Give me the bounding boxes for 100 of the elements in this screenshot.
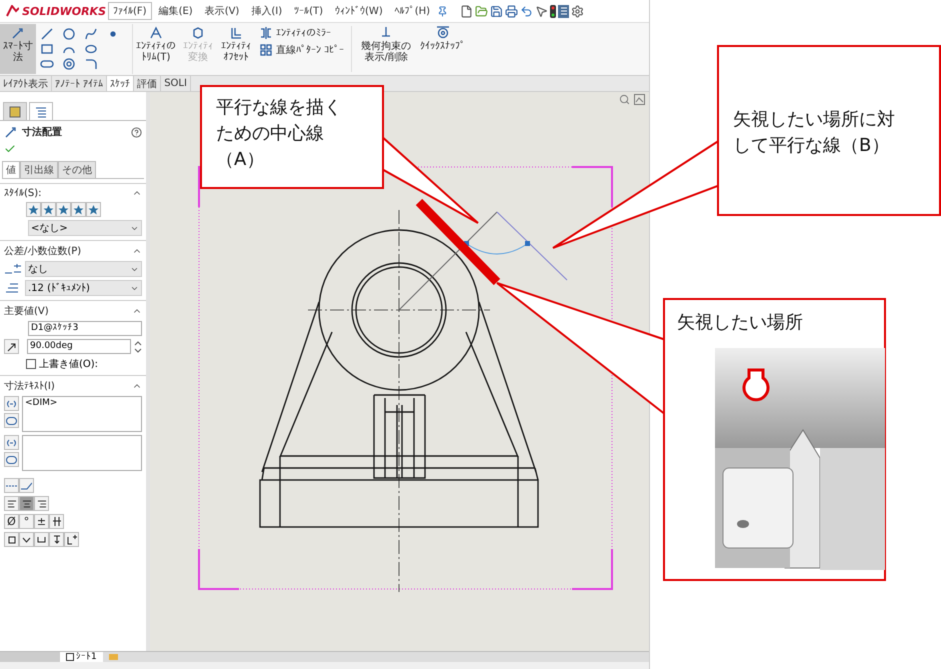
menu-item[interactable]: ﾍﾙﾌﾟ(H) — [390, 2, 436, 20]
open-folder-icon[interactable] — [475, 4, 488, 18]
more-symbols-button[interactable] — [64, 532, 79, 547]
symbol-button[interactable]: Ø — [4, 514, 19, 529]
command-tab[interactable]: SOLI — [161, 76, 191, 91]
section-title: 主要値(V) — [4, 304, 49, 318]
name-field[interactable]: D1@ｽｹｯﾁ3 — [28, 321, 142, 336]
rectangle-icon[interactable] — [40, 42, 54, 56]
panel-subtab[interactable]: 値 — [2, 161, 20, 178]
align-button[interactable] — [34, 496, 49, 511]
command-tab[interactable]: ﾚｲｱｳﾄ表示 — [0, 76, 52, 91]
callout-text: 平行な線を描くための中心線（A） — [216, 96, 343, 172]
reverse-direction-button[interactable] — [4, 339, 19, 354]
align-button[interactable] — [19, 496, 34, 511]
style-button[interactable] — [71, 202, 86, 217]
ribbon-tool-button[interactable]: ｸｲｯｸｽﾅｯﾌﾟ — [417, 24, 468, 74]
text-position-button[interactable] — [19, 478, 34, 493]
style-button[interactable] — [56, 202, 71, 217]
ribbon-tool-button[interactable]: 直線ﾊﾟﾀｰﾝ ｺﾋﾟｰ — [259, 43, 344, 57]
ribbon-tool-button[interactable]: 幾何拘束の表示/削除 — [355, 24, 418, 74]
traffic-light-icon[interactable] — [550, 4, 556, 18]
symbol-button[interactable] — [49, 514, 64, 529]
menu-item[interactable]: ﾌｧｲﾙ(F) — [108, 2, 152, 20]
section-title: 寸法ﾃｷｽﾄ(I) — [4, 380, 55, 393]
select-icon[interactable] — [535, 4, 548, 18]
symbol-button[interactable] — [49, 532, 64, 547]
menu-item[interactable]: 挿入(I) — [246, 1, 288, 21]
mirror-icon[interactable] — [259, 26, 273, 40]
align-button[interactable] — [4, 496, 19, 511]
value-field[interactable]: 90.00deg — [27, 339, 131, 354]
parenthesis-icon — [6, 400, 17, 408]
symbol-button[interactable] — [19, 532, 34, 547]
style-button[interactable] — [41, 202, 56, 217]
dimension-text-field[interactable]: <DIM> — [22, 396, 142, 432]
inspection-icon — [6, 456, 17, 464]
text-position-button[interactable] — [4, 478, 19, 493]
tolerance-dropdown[interactable]: なし — [25, 261, 142, 277]
pin-icon[interactable] — [437, 6, 448, 16]
ok-icon[interactable] — [4, 143, 16, 155]
tolerance-icon — [4, 263, 22, 275]
symbol-button[interactable]: ° — [19, 514, 34, 529]
command-tab[interactable]: ｽｹｯﾁ — [107, 76, 134, 91]
spinner-icon[interactable] — [134, 340, 142, 354]
symbol-button[interactable] — [4, 532, 19, 547]
inspection-icon — [6, 416, 17, 424]
section-title: ｽﾀｲﾙ(S): — [4, 187, 42, 199]
search-icon[interactable] — [619, 94, 630, 105]
panel-subtab[interactable]: その他 — [58, 161, 96, 178]
centerline-symbol-icon — [52, 516, 62, 527]
style-dropdown[interactable]: <なし> — [28, 220, 142, 236]
menu-item[interactable]: ｳｨﾝﾄﾞｳ(W) — [330, 2, 388, 20]
offset-icon[interactable] — [229, 26, 243, 40]
save-icon[interactable] — [490, 4, 504, 18]
inspection-button[interactable] — [4, 413, 19, 428]
add-parenthesis-button[interactable] — [4, 396, 19, 411]
app-logo: SOLIDWORKS — [0, 4, 106, 18]
print-icon[interactable] — [505, 4, 518, 18]
circle-icon[interactable] — [62, 26, 76, 40]
ribbon-tool-button[interactable]: ｴﾝﾃｨﾃｨのﾐﾗｰ — [259, 26, 344, 40]
style-save-icon — [73, 204, 84, 215]
symbol-button[interactable]: ± — [34, 514, 49, 529]
line-icon[interactable] — [40, 26, 54, 40]
help-icon[interactable] — [131, 126, 142, 138]
ribbon-tool-button[interactable]: ｴﾝﾃｨﾃｨのﾄﾘﾑ(T) — [133, 24, 179, 74]
menu-item[interactable]: 編集(E) — [154, 1, 198, 21]
new-document-icon[interactable] — [460, 4, 474, 18]
file-properties-icon[interactable] — [558, 4, 570, 18]
fillet-icon[interactable] — [84, 56, 98, 70]
spline-icon[interactable] — [84, 26, 98, 40]
smart-dimension-button[interactable]: ｽﾏｰﾄ寸法 — [0, 24, 36, 74]
pattern-icon[interactable] — [259, 43, 273, 57]
dimension-icon[interactable] — [11, 26, 25, 40]
trim-icon[interactable] — [149, 26, 163, 40]
settings-icon[interactable] — [571, 4, 584, 18]
menu-item[interactable]: 表示(V) — [200, 1, 244, 21]
snap-icon[interactable] — [436, 26, 450, 40]
dimension-icon[interactable] — [4, 125, 18, 139]
panel-tab[interactable] — [29, 102, 53, 120]
dimension-text-field[interactable] — [22, 435, 142, 471]
add-parenthesis-button[interactable] — [4, 435, 19, 450]
property-list-icon — [35, 106, 47, 118]
view-icon[interactable] — [634, 94, 645, 105]
command-tab[interactable]: 評価 — [134, 76, 162, 91]
menu-item[interactable]: ﾂｰﾙ(T) — [289, 2, 328, 20]
style-button[interactable] — [86, 202, 101, 217]
precision-dropdown[interactable]: .12 (ﾄﾞｷｭﾒﾝﾄ) — [25, 280, 142, 296]
sheet-tab[interactable]: ｼｰﾄ1 — [60, 652, 103, 662]
countersink-icon — [22, 536, 31, 542]
symbol-button[interactable] — [34, 532, 49, 547]
override-checkbox[interactable] — [26, 359, 36, 369]
sheet-icon — [66, 653, 74, 661]
style-delete-icon — [58, 204, 69, 215]
style-button[interactable] — [26, 202, 41, 217]
style-load-icon — [88, 204, 99, 215]
align-right-icon — [36, 498, 46, 508]
undo-icon[interactable] — [520, 4, 534, 18]
panel-subtab[interactable]: 引出線 — [20, 161, 58, 178]
ribbon-tool-button[interactable]: ｴﾝﾃｨﾃｨｵﾌｾｯﾄ — [217, 24, 255, 74]
panel-tab[interactable] — [3, 102, 27, 120]
inspection-button[interactable] — [4, 452, 19, 467]
